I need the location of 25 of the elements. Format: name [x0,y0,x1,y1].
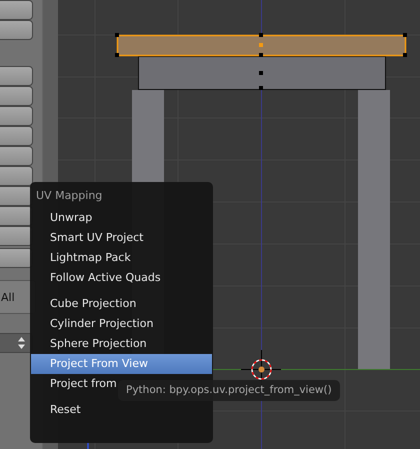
panel-button[interactable] [0,146,33,166]
panel-button[interactable] [0,66,33,86]
panel-button[interactable] [0,0,33,20]
menu-item[interactable]: Smart UV Project [30,228,213,248]
menu-item[interactable]: Sphere Projection [30,334,213,354]
panel-button[interactable] [0,166,33,186]
menu-item[interactable]: Reset [30,400,213,420]
dropdown[interactable] [0,333,33,353]
menu-title: UV Mapping [35,188,104,204]
menu-item[interactable]: Project From View [31,354,212,374]
panel-button[interactable] [0,248,33,268]
tooltip: Python: bpy.ops.uv.project_from_view() [118,380,340,401]
menu-item[interactable]: Follow Active Quads [30,268,213,288]
menu-item[interactable]: Lightmap Pack [30,248,213,268]
panel-button[interactable] [0,206,33,226]
menu-item[interactable]: Cylinder Projection [30,314,213,334]
panel-button[interactable] [0,86,33,106]
panel-button[interactable] [0,126,33,146]
menu-item[interactable]: Cube Projection [30,294,213,314]
up-down-icon [18,337,25,349]
panel-button[interactable] [0,226,33,246]
panel-button[interactable] [0,106,33,126]
panel-button[interactable] [0,20,33,40]
menu-item[interactable]: Unwrap [30,208,213,228]
panel-button[interactable] [0,186,33,206]
